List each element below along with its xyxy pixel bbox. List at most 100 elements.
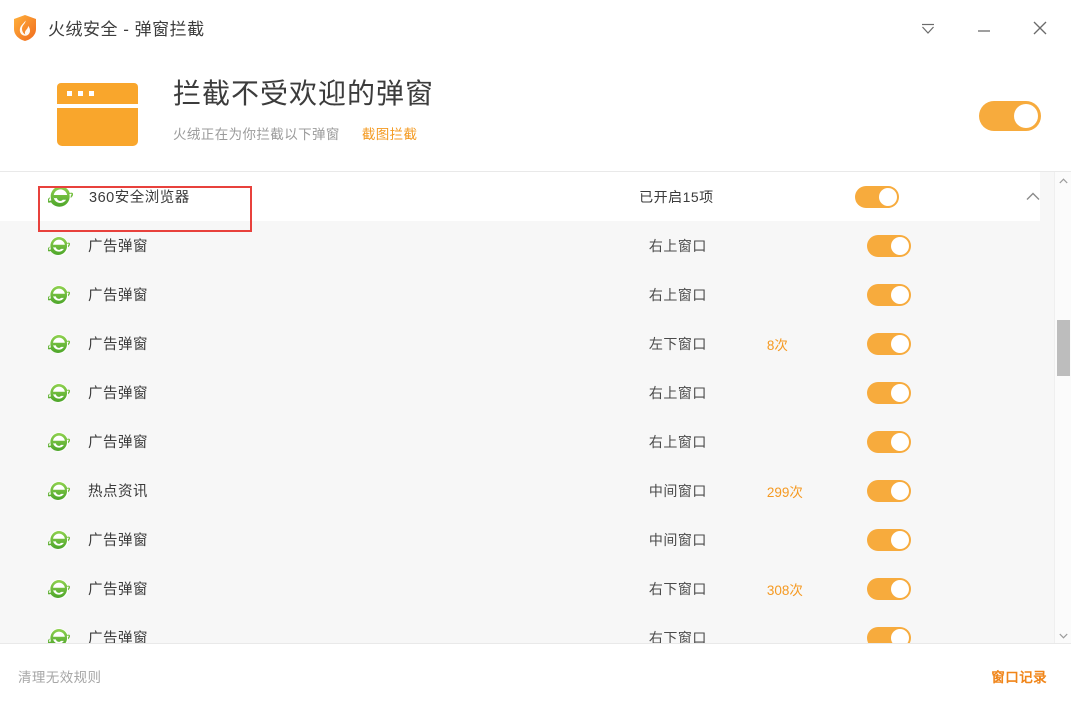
screenshot-block-link[interactable]: 截图拦截 xyxy=(362,123,418,143)
rule-position: 右下窗口 xyxy=(648,629,707,644)
rule-toggle-6-knob xyxy=(891,530,910,549)
rule-position: 右上窗口 xyxy=(648,286,707,303)
rule-toggle-3[interactable] xyxy=(867,381,912,404)
rule-name: 广告弹窗 xyxy=(88,631,148,643)
rule-switch-cell xyxy=(849,430,940,453)
rule-toggle-1-knob xyxy=(891,285,910,304)
browser-window-icon xyxy=(57,83,138,146)
rule-switch-cell xyxy=(849,577,940,600)
rule-count: 308次 xyxy=(766,582,803,598)
list-scrollbar[interactable] xyxy=(1054,172,1071,643)
page-subtitle: 火绒正在为你拦截以下弹窗 xyxy=(173,127,340,142)
rule-switch-cell xyxy=(849,332,940,355)
rule-switch-cell xyxy=(849,283,940,306)
rule-position: 右上窗口 xyxy=(648,237,707,254)
huorong-shield-flame-icon xyxy=(14,15,36,41)
rule-toggle-8-knob xyxy=(891,628,910,643)
rule-toggle-2[interactable] xyxy=(867,332,912,355)
rule-position: 左下窗口 xyxy=(648,335,707,352)
rule-name-cell: 广告弹窗 xyxy=(0,627,649,643)
rule-count: 8次 xyxy=(766,337,788,353)
green-ie-browser-icon xyxy=(48,480,70,501)
rule-row[interactable]: 广告弹窗 右上窗口 xyxy=(0,368,1040,417)
rule-row[interactable]: 广告弹窗 右上窗口 xyxy=(0,417,1040,466)
browser-window-icon-titlebar xyxy=(57,83,138,104)
browser-window-icon-dot xyxy=(78,91,83,96)
master-toggle-knob xyxy=(1014,104,1038,128)
rule-row[interactable]: 广告弹窗 中间窗口 xyxy=(0,515,1040,564)
rule-switch-cell xyxy=(849,234,940,257)
green-ie-browser-icon xyxy=(48,627,70,643)
green-ie-browser-icon xyxy=(48,185,73,208)
rule-name: 广告弹窗 xyxy=(88,435,148,451)
master-toggle-wrap xyxy=(979,101,1041,136)
rule-row[interactable]: 广告弹窗 右上窗口 xyxy=(0,270,1040,319)
rule-group-switch-cell xyxy=(837,185,926,208)
minimize-icon[interactable] xyxy=(967,11,1001,45)
rule-name-cell: 广告弹窗 xyxy=(0,235,649,257)
rule-toggle-0[interactable] xyxy=(867,234,912,257)
rule-name-cell: 热点资讯 xyxy=(0,480,649,502)
rule-toggle-7-knob xyxy=(891,579,910,598)
rule-toggle-6[interactable] xyxy=(867,528,912,551)
rule-name: 广告弹窗 xyxy=(88,386,148,402)
rule-switch-cell xyxy=(849,479,940,502)
rule-position: 中间窗口 xyxy=(648,482,707,499)
rule-position: 右上窗口 xyxy=(648,384,707,401)
rule-toggle-8[interactable] xyxy=(867,626,912,643)
rule-name: 热点资讯 xyxy=(88,484,148,500)
browser-window-icon-dot xyxy=(67,91,72,96)
green-ie-browser-icon xyxy=(48,284,70,305)
rule-toggle-7[interactable] xyxy=(867,577,912,600)
menu-icon[interactable] xyxy=(911,11,945,45)
rule-toggle-1[interactable] xyxy=(867,283,912,306)
rule-name-cell: 广告弹窗 xyxy=(0,578,649,600)
rule-group-name: 360安全浏览器 xyxy=(89,190,190,206)
rule-toggle-5-knob xyxy=(891,481,910,500)
rule-switch-cell xyxy=(849,381,940,404)
rule-count: 299次 xyxy=(766,484,803,500)
rule-row[interactable]: 广告弹窗 右上窗口 xyxy=(0,221,1040,270)
rule-name: 广告弹窗 xyxy=(88,337,148,353)
master-toggle[interactable] xyxy=(979,101,1041,131)
rule-group-row[interactable]: 360安全浏览器 已开启15项 xyxy=(0,172,1040,221)
green-ie-browser-icon xyxy=(48,529,70,550)
close-icon[interactable] xyxy=(1023,11,1057,45)
rule-row[interactable]: 热点资讯 中间窗口 299次 xyxy=(0,466,1040,515)
page-title: 拦截不受欢迎的弹窗 xyxy=(173,78,435,109)
window-title: 火绒安全 - 弹窗拦截 xyxy=(48,20,205,39)
rules-list: 360安全浏览器 已开启15项 广告弹窗 右上窗口 广告弹窗 右上窗口 广告弹窗 左下窗口 8次… xyxy=(0,171,1071,643)
rule-switch-cell xyxy=(849,626,940,643)
rule-group-name-cell: 360安全浏览器 xyxy=(0,184,639,209)
rule-row[interactable]: 广告弹窗 右下窗口 308次 xyxy=(0,564,1040,613)
green-ie-browser-icon xyxy=(48,578,70,599)
green-ie-browser-icon xyxy=(48,235,70,256)
rule-toggle-5[interactable] xyxy=(867,479,912,502)
rule-name-cell: 广告弹窗 xyxy=(0,382,649,404)
footer-bar: 清理无效规则 窗口记录 xyxy=(0,643,1071,707)
rule-toggle-2-knob xyxy=(891,334,910,353)
rule-toggle-4-knob xyxy=(891,432,910,451)
rule-position: 中间窗口 xyxy=(648,531,707,548)
browser-window-icon-dot xyxy=(89,91,94,96)
popup-blocker-window: 火绒安全 - 弹窗拦截 拦截不受欢迎的弹窗 火绒正在为你拦截以下弹窗 截图拦截 … xyxy=(0,0,1071,707)
rule-position: 右下窗口 xyxy=(648,580,707,597)
page-subtitle-row: 火绒正在为你拦截以下弹窗 截图拦截 xyxy=(173,123,434,143)
rule-group-collapse-toggle[interactable] xyxy=(926,192,1040,201)
rule-group-toggle-knob xyxy=(878,187,897,206)
window-records-button[interactable]: 窗口记录 xyxy=(991,666,1047,686)
clean-invalid-rules-button[interactable]: 清理无效规则 xyxy=(18,666,101,686)
scrollbar-thumb[interactable] xyxy=(1057,320,1070,376)
rule-group-toggle[interactable] xyxy=(854,185,899,208)
rule-name-cell: 广告弹窗 xyxy=(0,284,649,306)
scroll-down-arrow-icon[interactable] xyxy=(1055,627,1071,643)
rule-row[interactable]: 广告弹窗 左下窗口 8次 xyxy=(0,319,1040,368)
scroll-up-arrow-icon[interactable] xyxy=(1055,172,1071,189)
rules-rows: 360安全浏览器 已开启15项 广告弹窗 右上窗口 广告弹窗 右上窗口 广告弹窗 左下窗口 8次… xyxy=(0,172,1040,643)
rule-group-status: 已开启15项 xyxy=(639,188,714,205)
chevron-up-icon xyxy=(1026,192,1040,200)
window-controls xyxy=(911,0,1057,55)
rule-toggle-4[interactable] xyxy=(867,430,912,453)
rule-row[interactable]: 广告弹窗 右下窗口 xyxy=(0,613,1040,643)
rule-switch-cell xyxy=(849,528,940,551)
